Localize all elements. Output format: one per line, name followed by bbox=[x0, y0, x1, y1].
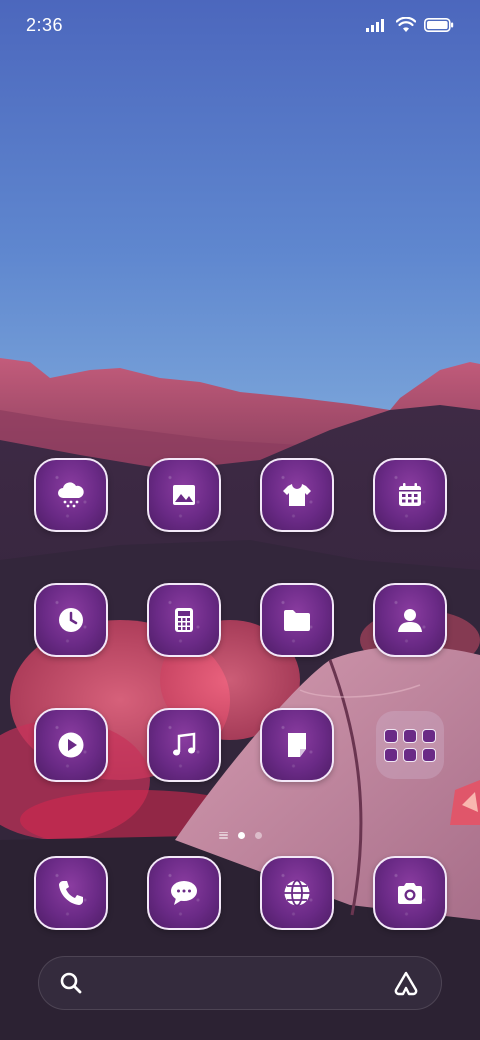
camera-icon bbox=[398, 883, 422, 904]
app-folder[interactable] bbox=[376, 711, 444, 779]
signal-icon bbox=[366, 19, 384, 32]
contacts-app[interactable] bbox=[373, 583, 447, 657]
cloud-snow-icon bbox=[58, 482, 84, 508]
themes-app[interactable] bbox=[260, 458, 334, 532]
folder-app-icon bbox=[403, 728, 417, 743]
calendar-icon bbox=[399, 483, 421, 506]
folder-app-icon bbox=[422, 728, 436, 743]
notes-app[interactable] bbox=[260, 708, 334, 782]
folder-app-icon bbox=[422, 747, 436, 762]
assistant-icon[interactable] bbox=[391, 970, 421, 996]
calculator-icon bbox=[175, 608, 193, 632]
folder-app-icon bbox=[384, 747, 398, 762]
page-dot-active bbox=[237, 831, 245, 839]
status-bar: 2:36 bbox=[0, 0, 480, 50]
play-icon bbox=[58, 732, 84, 758]
video-app[interactable] bbox=[34, 708, 108, 782]
page-dot bbox=[254, 831, 262, 839]
search-icon bbox=[60, 972, 82, 994]
image-icon bbox=[173, 485, 195, 505]
battery-icon bbox=[424, 18, 454, 32]
wifi-icon bbox=[396, 17, 416, 32]
weather-app[interactable] bbox=[34, 458, 108, 532]
folder-app-icon bbox=[384, 728, 398, 743]
page-indicator[interactable] bbox=[0, 829, 480, 841]
phone-icon bbox=[59, 881, 83, 905]
search-bar[interactable] bbox=[38, 956, 442, 1010]
person-icon bbox=[398, 609, 422, 632]
calendar-app[interactable] bbox=[373, 458, 447, 532]
status-time: 2:36 bbox=[26, 14, 64, 35]
browser-app[interactable] bbox=[260, 856, 334, 930]
camera-app[interactable] bbox=[373, 856, 447, 930]
menu-lines-icon bbox=[218, 831, 228, 839]
music-note-icon bbox=[173, 732, 196, 756]
gallery-app[interactable] bbox=[147, 458, 221, 532]
tshirt-icon bbox=[283, 484, 311, 506]
phone-app[interactable] bbox=[34, 856, 108, 930]
globe-icon bbox=[284, 879, 310, 907]
folder-icon bbox=[284, 610, 310, 631]
chat-bubble-icon bbox=[171, 881, 197, 905]
clock-icon bbox=[59, 608, 83, 632]
calculator-app[interactable] bbox=[147, 583, 221, 657]
messages-app[interactable] bbox=[147, 856, 221, 930]
status-icons bbox=[366, 17, 454, 33]
clock-app[interactable] bbox=[34, 583, 108, 657]
music-app[interactable] bbox=[147, 708, 221, 782]
files-app[interactable] bbox=[260, 583, 334, 657]
folder-app-icon bbox=[403, 747, 417, 762]
note-icon bbox=[288, 733, 306, 757]
